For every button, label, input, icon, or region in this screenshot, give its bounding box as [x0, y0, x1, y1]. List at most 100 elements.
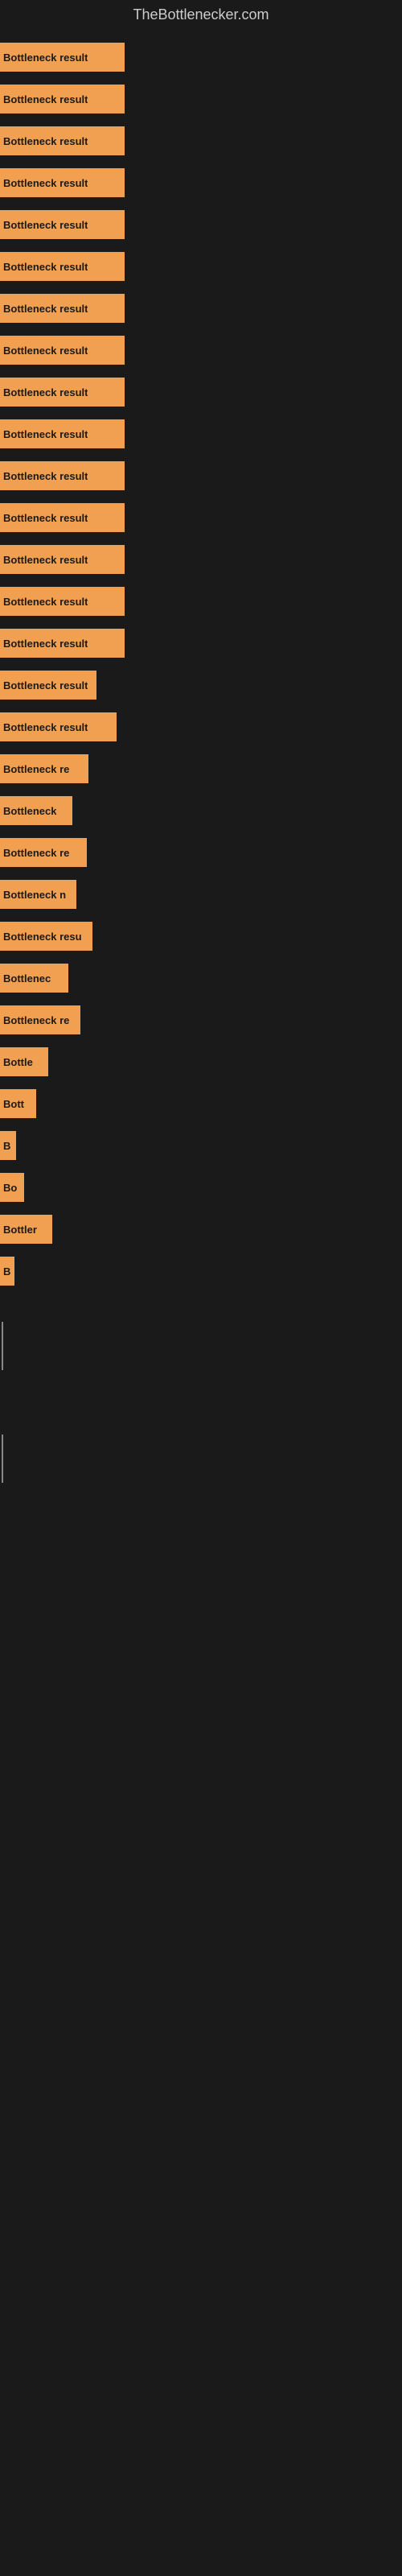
- bar-row: Bottleneck result: [0, 456, 402, 495]
- bar-rect: Bottleneck re: [0, 1005, 80, 1034]
- bar-label: B: [3, 1140, 10, 1152]
- bar-rect: Bottleneck result: [0, 210, 125, 239]
- bar-row: Bottleneck result: [0, 289, 402, 328]
- bar-rect: Bottlenec: [0, 964, 68, 993]
- bar-label: Bottleneck result: [3, 177, 88, 189]
- bar-row: Bottle: [0, 1042, 402, 1081]
- bar-row: Bottleneck result: [0, 80, 402, 118]
- bar-rect: Bottleneck n: [0, 880, 76, 909]
- bar-rect: Bottleneck result: [0, 126, 125, 155]
- bar-label: Bottleneck result: [3, 554, 88, 566]
- bar-row: Bottlenec: [0, 959, 402, 997]
- bar-row: Bottler: [0, 1210, 402, 1249]
- bar-row: [0, 1374, 402, 1390]
- bar-label: Bottleneck result: [3, 52, 88, 64]
- bar-label: Bottleneck: [3, 805, 56, 817]
- bar-row: Bottleneck result: [0, 122, 402, 160]
- bar-label: Bottleneck result: [3, 345, 88, 357]
- bar-rect: Bottleneck result: [0, 671, 96, 700]
- bar-rect: Bottleneck result: [0, 461, 125, 490]
- bar-row: Bottleneck result: [0, 540, 402, 579]
- bar-label: Bottleneck result: [3, 261, 88, 273]
- bar-rect: Bottler: [0, 1215, 52, 1244]
- bar-row: B: [0, 1252, 402, 1290]
- cursor-indicator: [2, 1322, 3, 1370]
- bar-row: [0, 1406, 402, 1422]
- bar-row: Bottleneck result: [0, 247, 402, 286]
- bar-label: Bo: [3, 1182, 17, 1194]
- bars-container: Bottleneck result Bottleneck result Bottle…: [0, 30, 402, 1495]
- bar-label: Bottleneck result: [3, 386, 88, 398]
- bar-label: Bottlenec: [3, 972, 51, 985]
- bar-rect: Bottleneck result: [0, 629, 125, 658]
- bar-row: Bottleneck: [0, 791, 402, 830]
- bar-row: Bottleneck re: [0, 833, 402, 872]
- bar-rect: Bottleneck re: [0, 754, 88, 783]
- bar-rect: Bo: [0, 1173, 24, 1202]
- bar-label: Bottleneck result: [3, 219, 88, 231]
- bar-label: Bottleneck result: [3, 679, 88, 691]
- bar-rect: Bottleneck re: [0, 838, 87, 867]
- site-title: TheBottlenecker.com: [0, 0, 402, 30]
- bar-row: Bottleneck result: [0, 666, 402, 704]
- bar-label: Bottleneck result: [3, 721, 88, 733]
- bar-row: Bottleneck re: [0, 749, 402, 788]
- bar-label: Bottler: [3, 1224, 37, 1236]
- bar-label: Bottle: [3, 1056, 33, 1068]
- bar-row: Bo: [0, 1168, 402, 1207]
- bar-row: Bottleneck result: [0, 624, 402, 663]
- bar-rect: Bottleneck result: [0, 168, 125, 197]
- bar-rect: Bottleneck result: [0, 378, 125, 407]
- bar-label: Bottleneck n: [3, 889, 66, 901]
- bar-label: Bottleneck re: [3, 1014, 69, 1026]
- bar-label: Bottleneck result: [3, 596, 88, 608]
- bar-label: Bottleneck re: [3, 847, 69, 859]
- bar-row: Bottleneck result: [0, 708, 402, 746]
- bar-label: B: [3, 1265, 10, 1278]
- bar-row: Bottleneck result: [0, 331, 402, 369]
- bar-row: Bottleneck n: [0, 875, 402, 914]
- bar-row: Bottleneck result: [0, 415, 402, 453]
- cursor-indicator: [2, 1435, 3, 1483]
- bar-label: Bottleneck re: [3, 763, 69, 775]
- bar-label: Bott: [3, 1098, 24, 1110]
- bar-rect: Bottleneck result: [0, 85, 125, 114]
- bar-rect: Bottleneck result: [0, 252, 125, 281]
- bar-row: Bottleneck result: [0, 205, 402, 244]
- bar-row: Bottleneck result: [0, 373, 402, 411]
- bar-rect: Bottle: [0, 1047, 48, 1076]
- bar-row: Bottleneck result: [0, 163, 402, 202]
- bar-label: Bottleneck result: [3, 428, 88, 440]
- bar-rect: Bott: [0, 1089, 36, 1118]
- bar-row: B: [0, 1126, 402, 1165]
- bar-row: [0, 1422, 402, 1487]
- bar-label: Bottleneck result: [3, 303, 88, 315]
- bar-row: Bott: [0, 1084, 402, 1123]
- bar-label: Bottleneck result: [3, 93, 88, 105]
- bar-rect: B: [0, 1257, 14, 1286]
- bar-row: [0, 1390, 402, 1406]
- bar-row: Bottleneck result: [0, 582, 402, 621]
- bar-rect: Bottleneck result: [0, 503, 125, 532]
- bar-label: Bottleneck result: [3, 638, 88, 650]
- bar-label: Bottleneck result: [3, 135, 88, 147]
- bar-row: Bottleneck resu: [0, 917, 402, 956]
- bar-label: Bottleneck result: [3, 470, 88, 482]
- bar-rect: Bottleneck result: [0, 43, 125, 72]
- bar-rect: Bottleneck result: [0, 336, 125, 365]
- bar-label: Bottleneck resu: [3, 931, 82, 943]
- bar-rect: Bottleneck result: [0, 545, 125, 574]
- bar-rect: Bottleneck result: [0, 587, 125, 616]
- bar-rect: Bottleneck resu: [0, 922, 92, 951]
- bar-rect: Bottleneck result: [0, 712, 117, 741]
- bar-row: Bottleneck re: [0, 1001, 402, 1039]
- bar-rect: B: [0, 1131, 16, 1160]
- bar-rect: Bottleneck result: [0, 294, 125, 323]
- bar-rect: Bottleneck result: [0, 419, 125, 448]
- bar-row: Bottleneck result: [0, 38, 402, 76]
- bar-row: [0, 1294, 402, 1310]
- bar-label: Bottleneck result: [3, 512, 88, 524]
- bar-row: [0, 1310, 402, 1374]
- bar-row: Bottleneck result: [0, 498, 402, 537]
- bar-rect: Bottleneck: [0, 796, 72, 825]
